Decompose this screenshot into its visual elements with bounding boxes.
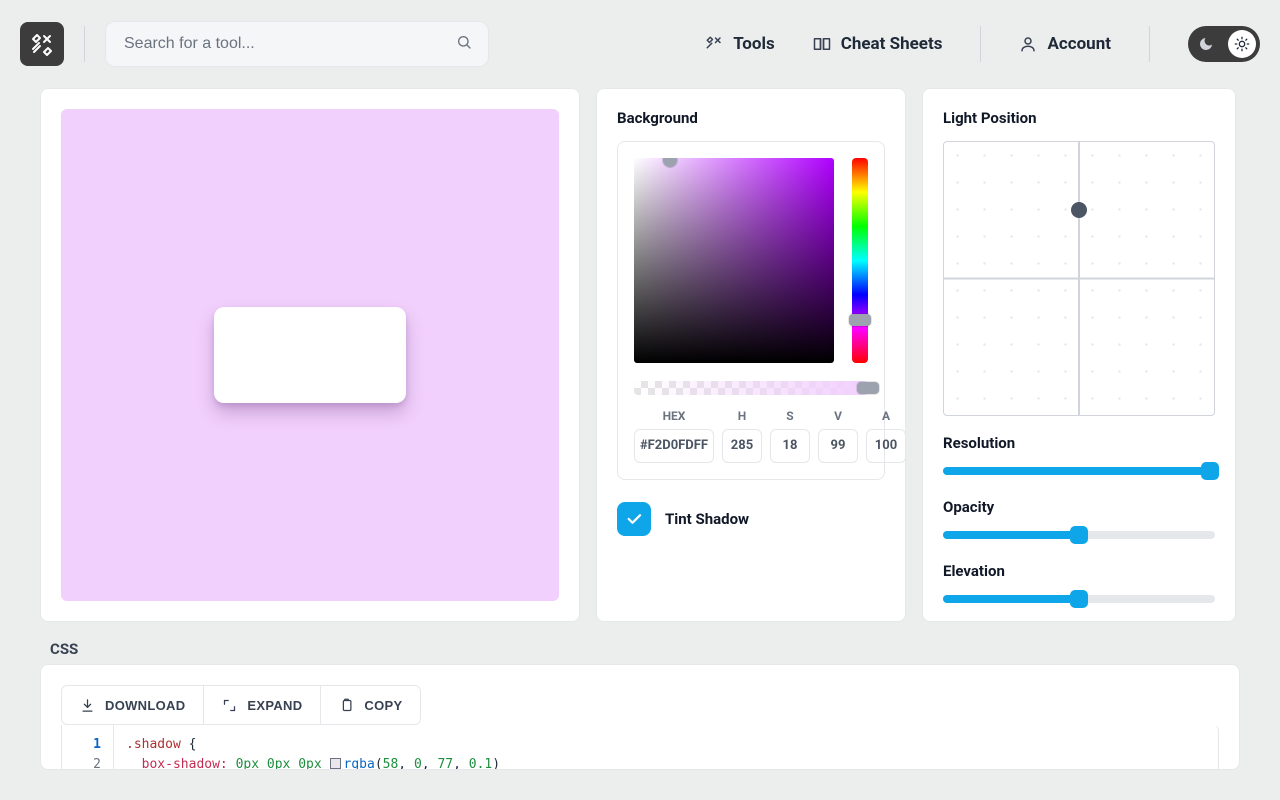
theme-toggle[interactable] bbox=[1188, 26, 1260, 62]
moon-icon bbox=[1192, 30, 1220, 58]
h-value[interactable]: 285 bbox=[722, 429, 762, 463]
background-panel: Background HEX #F2D0FDFF H bbox=[596, 88, 906, 622]
resolution-label: Resolution bbox=[943, 434, 1215, 452]
a-value[interactable]: 100 bbox=[866, 429, 906, 463]
css-section-title: CSS bbox=[50, 640, 1230, 658]
tint-shadow-label: Tint Shadow bbox=[665, 510, 749, 528]
background-title: Background bbox=[617, 109, 885, 127]
nav-account-label: Account bbox=[1047, 34, 1111, 54]
color-picker: HEX #F2D0FDFF H 285 S 18 V 99 A 100 bbox=[617, 141, 885, 480]
nav-tools-label: Tools bbox=[733, 34, 775, 54]
v-value[interactable]: 99 bbox=[818, 429, 858, 463]
light-position-title: Light Position bbox=[943, 109, 1215, 127]
header-divider bbox=[1149, 26, 1150, 62]
tools-logo-icon bbox=[30, 32, 54, 56]
book-icon bbox=[813, 35, 831, 53]
expand-button[interactable]: EXPAND bbox=[204, 685, 321, 725]
check-icon bbox=[625, 510, 643, 528]
color-fields: HEX #F2D0FDFF H 285 S 18 V 99 A 100 bbox=[634, 409, 868, 463]
css-output-section: CSS DOWNLOAD EXPAND COPY 123 .shadow { b… bbox=[0, 622, 1280, 770]
sun-icon bbox=[1228, 30, 1256, 58]
tint-shadow-checkbox[interactable] bbox=[617, 502, 651, 536]
light-panel: Light Position Resolution Opacity Elevat… bbox=[922, 88, 1236, 622]
hue-thumb[interactable] bbox=[849, 314, 871, 326]
expand-icon bbox=[222, 698, 237, 713]
header-divider bbox=[980, 26, 981, 62]
hex-value[interactable]: #F2D0FDFF bbox=[634, 429, 714, 463]
search-input[interactable] bbox=[122, 34, 472, 54]
tools-icon bbox=[705, 35, 723, 53]
code-content[interactable]: .shadow { box-shadow: 0px 0px 0px rgba(5… bbox=[114, 725, 1218, 770]
code-editor[interactable]: 123 .shadow { box-shadow: 0px 0px 0px rg… bbox=[61, 725, 1219, 770]
v-label: V bbox=[818, 409, 858, 423]
nav-account[interactable]: Account bbox=[1019, 34, 1111, 54]
light-position-grid[interactable] bbox=[943, 141, 1215, 416]
app-logo[interactable] bbox=[20, 22, 64, 66]
s-label: S bbox=[770, 409, 810, 423]
preview-canvas bbox=[61, 109, 559, 601]
elevation-label: Elevation bbox=[943, 562, 1215, 580]
saturation-value-field[interactable] bbox=[634, 158, 834, 363]
preview-card bbox=[214, 307, 406, 403]
alpha-rail[interactable] bbox=[634, 381, 868, 395]
code-card: DOWNLOAD EXPAND COPY 123 .shadow { box-s… bbox=[40, 664, 1240, 770]
search-icon bbox=[456, 34, 472, 54]
search-box[interactable] bbox=[105, 21, 489, 67]
copy-button[interactable]: COPY bbox=[321, 685, 421, 725]
nav-tools[interactable]: Tools bbox=[705, 34, 775, 54]
opacity-knob[interactable] bbox=[1070, 526, 1088, 544]
code-gutter: 123 bbox=[62, 725, 114, 770]
user-icon bbox=[1019, 35, 1037, 53]
light-position-knob[interactable] bbox=[1071, 202, 1087, 218]
app-header: Tools Cheat Sheets Account bbox=[0, 0, 1280, 88]
code-toolbar: DOWNLOAD EXPAND COPY bbox=[61, 685, 1219, 725]
sv-thumb[interactable] bbox=[663, 158, 677, 167]
nav-cheat-sheets[interactable]: Cheat Sheets bbox=[813, 34, 943, 54]
a-label: A bbox=[866, 409, 906, 423]
header-nav: Tools Cheat Sheets Account bbox=[705, 26, 1260, 62]
hex-label: HEX bbox=[634, 409, 714, 423]
download-button[interactable]: DOWNLOAD bbox=[61, 685, 204, 725]
h-label: H bbox=[722, 409, 762, 423]
resolution-knob[interactable] bbox=[1201, 462, 1219, 480]
nav-cheat-sheets-label: Cheat Sheets bbox=[841, 34, 943, 54]
copy-label: COPY bbox=[364, 698, 402, 713]
s-value[interactable]: 18 bbox=[770, 429, 810, 463]
elevation-knob[interactable] bbox=[1070, 590, 1088, 608]
resolution-slider[interactable] bbox=[943, 462, 1215, 480]
expand-label: EXPAND bbox=[247, 698, 302, 713]
download-label: DOWNLOAD bbox=[105, 698, 185, 713]
header-divider bbox=[84, 26, 85, 62]
opacity-slider[interactable] bbox=[943, 526, 1215, 544]
download-icon bbox=[80, 698, 95, 713]
elevation-slider[interactable] bbox=[943, 590, 1215, 608]
hue-rail[interactable] bbox=[852, 158, 868, 363]
alpha-thumb[interactable] bbox=[857, 382, 879, 394]
preview-panel bbox=[40, 88, 580, 622]
opacity-label: Opacity bbox=[943, 498, 1215, 516]
clipboard-icon bbox=[339, 698, 354, 713]
